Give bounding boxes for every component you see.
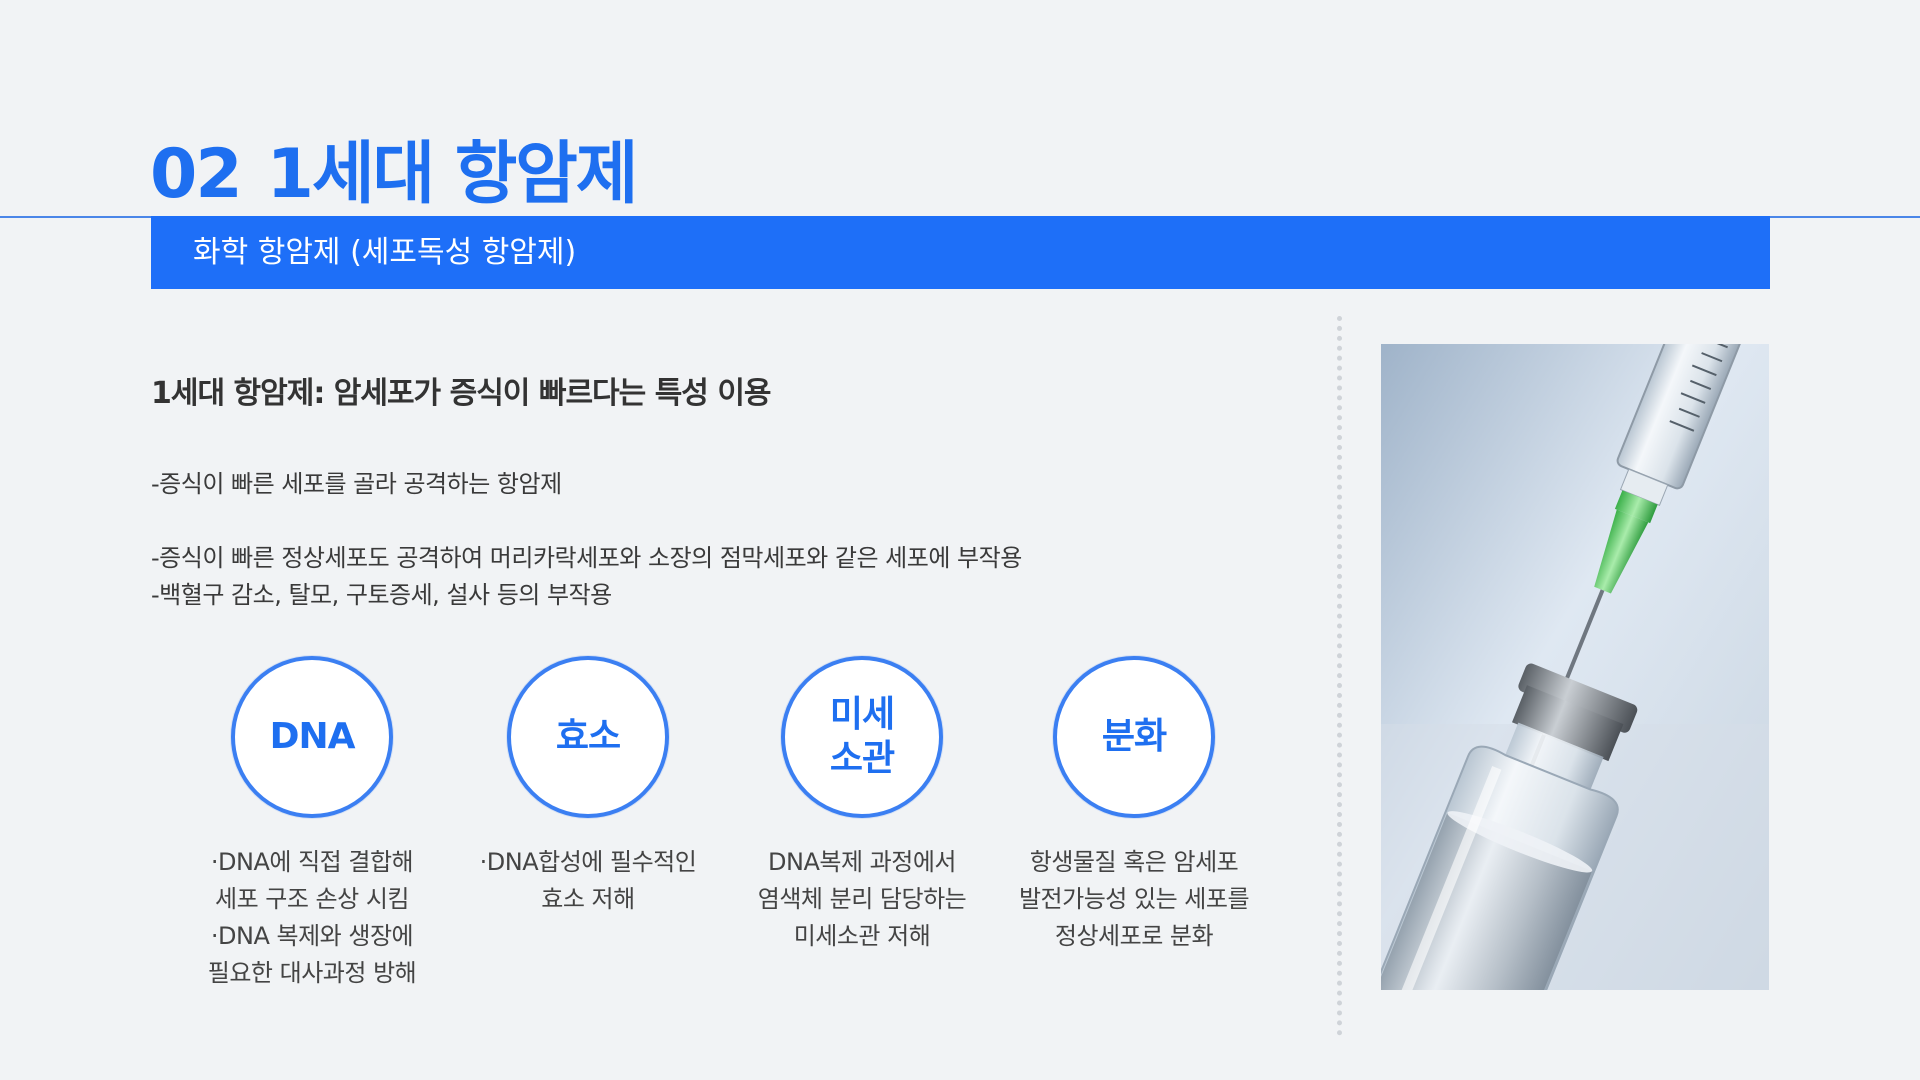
section-number: 02 xyxy=(150,135,243,214)
target-caption: DNA복제 과정에서 염색체 분리 담당하는 미세소관 저해 xyxy=(757,848,967,950)
target-label: 효소 xyxy=(555,716,621,757)
target-card-enzyme: 효소 ·DNA합성에 필수적인 효소 저해 xyxy=(458,656,718,918)
bullet-item: -증식이 빠른 세포를 골라 공격하는 항암제 xyxy=(151,470,562,498)
target-label: 미세 소관 xyxy=(829,694,895,779)
page-title: 02 1세대 항암제 xyxy=(150,118,639,217)
section-bar: 화학 항암제 (세포독성 항암제) xyxy=(151,216,1770,289)
target-circle: 분화 xyxy=(1053,656,1215,818)
syringe-vial-photo xyxy=(1381,344,1769,990)
target-label: 분화 xyxy=(1101,716,1167,757)
target-card-microtubule: 미세 소관 DNA복제 과정에서 염색체 분리 담당하는 미세소관 저해 xyxy=(732,656,992,955)
bullet-item: -증식이 빠른 정상세포도 공격하여 머리카락세포와 소장의 점막세포와 같은 … xyxy=(151,544,1022,572)
target-card-dna: DNA ·DNA에 직접 결합해 세포 구조 손상 시킴 ·DNA 복제와 생장… xyxy=(182,656,442,992)
dotted-divider xyxy=(1337,316,1342,1036)
title-text: 1세대 항암제 xyxy=(266,135,639,214)
target-circle: 효소 xyxy=(507,656,669,818)
target-caption: ·DNA합성에 필수적인 효소 저해 xyxy=(479,848,697,913)
target-circle: 미세 소관 xyxy=(781,656,943,818)
target-circle: DNA xyxy=(231,656,393,818)
target-caption: ·DNA에 직접 결합해 세포 구조 손상 시킴 ·DNA 복제와 생장에 필요… xyxy=(207,848,417,987)
content-heading: 1세대 항암제: 암세포가 증식이 빠르다는 특성 이용 xyxy=(151,376,772,411)
target-label: DNA xyxy=(269,716,356,757)
bullet-item: -백혈구 감소, 탈모, 구토증세, 설사 등의 부작용 xyxy=(151,581,612,609)
target-caption: 항생물질 혹은 암세포 발전가능성 있는 세포를 정상세포로 분화 xyxy=(1018,848,1250,950)
bullet-list: -증식이 빠른 세포를 골라 공격하는 항암제 -증식이 빠른 정상세포도 공격… xyxy=(151,466,1111,614)
target-card-differentiation: 분화 항생물질 혹은 암세포 발전가능성 있는 세포를 정상세포로 분화 xyxy=(1004,656,1264,955)
